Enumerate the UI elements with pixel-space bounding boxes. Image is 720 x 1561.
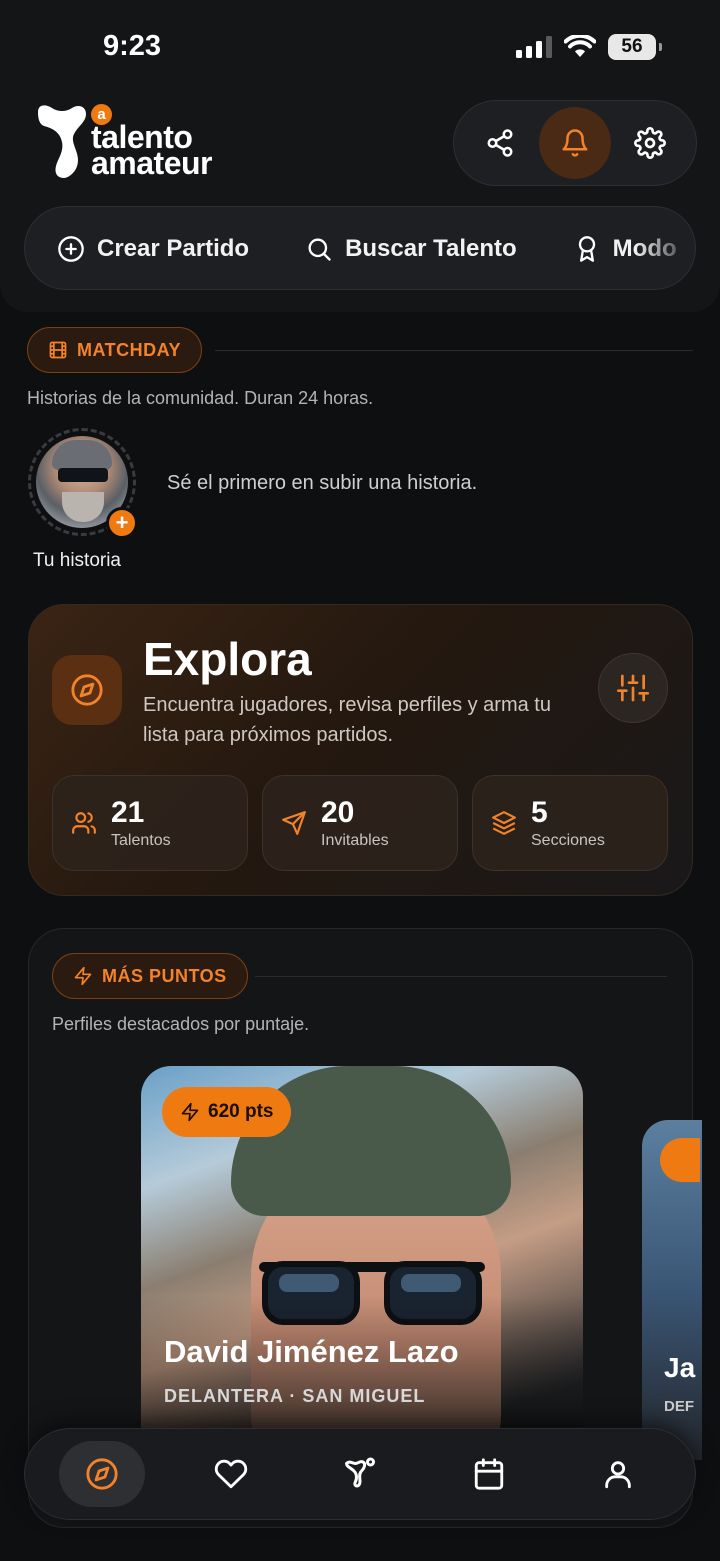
next-profile-meta: DEF: [664, 1398, 694, 1415]
film-icon: [49, 341, 67, 359]
points-value: 620 pts: [208, 1101, 274, 1122]
stat-invitables[interactable]: 20 Invitables: [262, 775, 458, 871]
section-divider: [255, 976, 667, 977]
sliders-icon: [617, 674, 649, 702]
notifications-button[interactable]: [538, 107, 611, 179]
layers-icon: [492, 811, 516, 835]
send-icon: [282, 811, 306, 835]
stat-secciones[interactable]: 5 Secciones: [472, 775, 668, 871]
stat-label: Secciones: [531, 832, 605, 849]
next-profile-name: Ja: [664, 1352, 696, 1383]
award-icon: [578, 236, 595, 262]
nav-calendar[interactable]: [446, 1441, 532, 1507]
nav-explore[interactable]: [59, 1441, 145, 1507]
stat-label: Talentos: [111, 832, 171, 849]
stories-empty-text: Sé el primero en subir una historia.: [167, 472, 478, 494]
my-story-label: Tu historia: [33, 550, 121, 571]
stat-label: Invitables: [321, 832, 389, 849]
scroll-fade: [635, 207, 695, 289]
stat-value: 21: [111, 796, 145, 829]
mas-puntos-pill-label: MÁS PUNTOS: [102, 965, 227, 986]
header-actions: [453, 100, 697, 186]
section-divider: [215, 350, 693, 351]
quick-actions-bar: Crear Partido Buscar Talento Modo: [24, 206, 696, 290]
plus-circle-icon: [58, 236, 84, 262]
compass-icon: [86, 1458, 118, 1490]
bell-icon: [562, 129, 588, 157]
matchday-pill-label: MATCHDAY: [77, 339, 182, 360]
calendar-icon: [474, 1458, 504, 1490]
brand-wordmark: talento amateur: [91, 121, 213, 181]
brand-icon: [344, 1457, 375, 1488]
user-icon: [605, 1461, 631, 1489]
users-icon: [72, 812, 96, 834]
explora-description: Encuentra jugadores, revisa perfiles y a…: [143, 694, 551, 746]
bottom-nav: [24, 1428, 696, 1520]
create-match-label: Crear Partido: [97, 235, 250, 262]
heart-icon: [214, 1459, 248, 1489]
brand-logo-icon: [38, 105, 86, 178]
brand-line-2: amateur: [91, 145, 213, 181]
explora-badge: [52, 655, 122, 725]
compass-icon: [71, 674, 103, 706]
points-badge: 620 pts: [162, 1087, 292, 1137]
zap-icon: [74, 966, 92, 986]
search-icon: [308, 238, 331, 261]
mas-puntos-pill: MÁS PUNTOS: [52, 953, 248, 999]
explora-title: Explora: [143, 633, 312, 685]
matchday-pill: MATCHDAY: [27, 327, 203, 373]
share-button[interactable]: [464, 107, 536, 179]
status-time: 9:23: [103, 30, 162, 62]
matchday-subtitle: Historias de la comunidad. Duran 24 hora…: [27, 388, 374, 408]
stat-talentos[interactable]: 21 Talentos: [52, 775, 248, 871]
battery-indicator: 56: [608, 34, 662, 60]
profile-name: David Jiménez Lazo: [164, 1334, 459, 1369]
nav-profile[interactable]: [575, 1441, 661, 1507]
share-icon: [487, 129, 513, 157]
next-points-badge: [660, 1138, 700, 1182]
stat-value: 20: [321, 796, 355, 829]
settings-button[interactable]: [614, 107, 686, 179]
mas-puntos-subtitle: Perfiles destacados por puntaje.: [52, 1014, 310, 1034]
search-talent-label: Buscar Talento: [345, 235, 517, 262]
nav-favorites[interactable]: [188, 1441, 274, 1507]
create-match-button[interactable]: Crear Partido: [57, 235, 249, 263]
gear-icon: [634, 127, 667, 159]
wifi-icon: [564, 35, 596, 57]
filters-button[interactable]: [598, 653, 668, 723]
nav-home[interactable]: [317, 1441, 403, 1507]
add-story-button[interactable]: +: [106, 507, 138, 539]
cellular-signal-icon: [516, 36, 552, 58]
zap-icon: [181, 1102, 199, 1122]
stat-value: 5: [531, 796, 548, 829]
profile-meta: DELANTERA · SAN MIGUEL: [164, 1386, 426, 1406]
search-talent-button[interactable]: Buscar Talento: [305, 235, 517, 263]
status-icons: 56: [516, 34, 662, 60]
